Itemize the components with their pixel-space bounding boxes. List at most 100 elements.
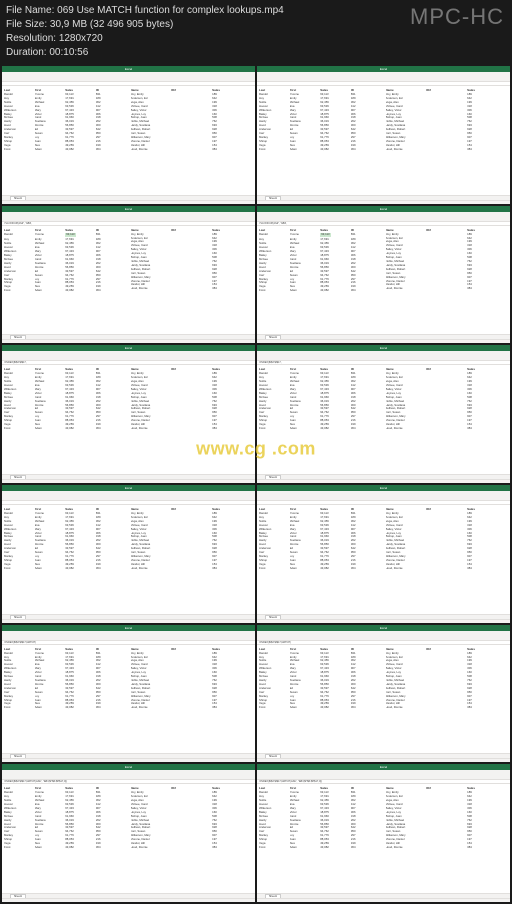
data-table-left: LastFirstSalesIDRandolYvonne63,113831Hoy… (2, 226, 129, 338)
cell: 364 (351, 846, 382, 850)
cell (426, 148, 467, 152)
worksheet-area: LastFirstSalesIDRandolYvonne63,113831Hoy… (2, 645, 255, 757)
cell: 43,082 (65, 289, 96, 293)
thumbnail-5[interactable]: Excel=INDEX($I$3:$I$17,LastFirstSalesIDR… (257, 345, 510, 483)
thumbnail-0[interactable]: ExcelLastFirstSalesIDRandolYvonne63,1138… (2, 66, 255, 204)
worksheet-area: LastFirstSalesIDRandolYvonne63,113831Hoy… (257, 86, 510, 198)
cell: Hood, Ronnie (131, 148, 172, 152)
data-table-right: NameID#SalesRoy, Emily189Anderson, Ed642… (129, 365, 256, 477)
cell: Hood, Ronnie (386, 706, 427, 710)
col-header: ID (351, 228, 382, 232)
cell: 43,082 (320, 148, 351, 152)
col-header: Sales (212, 367, 253, 371)
thumbnail-8[interactable]: Excel=INDEX($I$3:$I$17,MATCH(LastFirstSa… (2, 625, 255, 763)
col-header: Sales (467, 507, 508, 511)
table-row: Hood, Ronnie 384 (131, 567, 254, 571)
thumbnail-7[interactable]: ExcelLastFirstSalesIDRandolYvonne63,1138… (257, 485, 510, 623)
worksheet-area: LastFirstSalesIDRandolYvonne63,113831Hoy… (257, 505, 510, 617)
table-row: Hood, Ronnie384 (386, 567, 509, 571)
cell: 384 (212, 706, 253, 710)
cell: 364 (351, 427, 382, 431)
cell: Adam (35, 427, 66, 431)
col-header: Sales (65, 88, 96, 92)
cell: Hood, Ronnie (131, 846, 172, 850)
cell: 384 (467, 846, 508, 850)
col-header: ID# (171, 88, 212, 92)
data-table-left: LastFirstSalesIDRandolYvonne63,113831Hoy… (2, 86, 129, 198)
col-header: ID# (426, 228, 467, 232)
data-table-left: LastFirstSalesIDRandolYvonne63,113831Hoy… (257, 86, 384, 198)
thumbnail-grid: ExcelLastFirstSalesIDRandolYvonne63,1138… (0, 64, 512, 904)
worksheet-area: LastFirstSalesIDRandolYvonne63,113831Hoy… (257, 365, 510, 477)
cell: Hood, Ronnie (386, 287, 427, 291)
data-table-right: NameID#SalesRoy, Emily189Anderson, Ed642… (384, 365, 511, 477)
col-header: ID# (426, 367, 467, 371)
thumbnail-1[interactable]: ExcelLastFirstSalesIDRandolYvonne63,1138… (257, 66, 510, 204)
cell: 43,082 (65, 846, 96, 850)
data-table-left: LastFirstSalesIDRandolYvonne63,113831Hoy… (257, 226, 384, 338)
thumbnail-11[interactable]: Excel=INDEX($I$3:$I$17,MATCH(A3&", "&B3,… (257, 764, 510, 902)
col-header: ID# (171, 228, 212, 232)
col-header: Sales (212, 507, 253, 511)
col-header: ID# (426, 88, 467, 92)
duration-value: 00:10:56 (49, 46, 88, 60)
col-header: Sales (212, 647, 253, 651)
cell: Hood, Ronnie (131, 287, 172, 291)
excel-ribbon (2, 631, 255, 641)
status-bar (2, 898, 255, 902)
col-header: Sales (467, 647, 508, 651)
col-header: Last (259, 228, 290, 232)
status-bar (2, 479, 255, 483)
data-table-left: LastFirstSalesIDRandolYvonne63,113831Hoy… (2, 505, 129, 617)
cell: Adam (290, 148, 321, 152)
col-header: ID (96, 507, 127, 511)
col-header: Sales (212, 88, 253, 92)
cell: Hood, Ronnie (131, 567, 172, 571)
cell: 43,082 (65, 148, 96, 152)
cell: 384 (467, 148, 508, 152)
col-header: Last (4, 507, 35, 511)
col-header: First (35, 786, 66, 790)
table-row: FrostAdam43,082364 (259, 706, 382, 710)
cell (171, 567, 212, 571)
col-header: First (35, 228, 66, 232)
col-header: ID (351, 88, 382, 92)
excel-ribbon (257, 351, 510, 361)
col-header: ID (96, 88, 127, 92)
cell: 384 (212, 567, 253, 571)
cell: Hood, Ronnie (131, 706, 172, 710)
thumbnail-2[interactable]: Excel=VLOOKUP(A3&", "&B3,LastFirstSalesI… (2, 206, 255, 344)
cell: Hood, Ronnie (386, 427, 427, 431)
table-row: FrostAdam43,082364 (4, 148, 127, 152)
col-header: First (35, 88, 66, 92)
status-bar (257, 758, 510, 762)
col-header: Last (4, 88, 35, 92)
table-row: Hood, Ronnie384 (131, 148, 254, 152)
col-header: Sales (320, 786, 351, 790)
status-bar (2, 200, 255, 204)
worksheet-area: LastFirstSalesIDRandolYvonne63,113831Hoy… (257, 226, 510, 338)
worksheet-area: LastFirstSalesIDRandolYvonne63,113831Hoy… (2, 365, 255, 477)
worksheet-area: LastFirstSalesIDRandolYvonne63,113831Hoy… (257, 645, 510, 757)
cell: 43,082 (65, 427, 96, 431)
thumbnail-10[interactable]: Excel=INDEX($I$3:$I$17,MATCH(A3&", "&B3,… (2, 764, 255, 902)
thumbnail-4[interactable]: Excel=INDEX($I$3:$I$17,LastFirstSalesIDR… (2, 345, 255, 483)
worksheet-area: LastFirstSalesIDRandolYvonne63,113831Hoy… (2, 784, 255, 896)
table-row: FrostAdam43,082364 (4, 567, 127, 571)
thumbnail-3[interactable]: Excel=VLOOKUP(A3&", "&B3,LastFirstSalesI… (257, 206, 510, 344)
col-header: ID# (171, 367, 212, 371)
col-header: Name (131, 88, 172, 92)
cell: 364 (96, 706, 127, 710)
status-bar (257, 479, 510, 483)
thumbnail-6[interactable]: ExcelLastFirstSalesIDRandolYvonne63,1138… (2, 485, 255, 623)
cell: 43,082 (320, 706, 351, 710)
col-header: Last (4, 786, 35, 790)
cell: 384 (467, 567, 508, 571)
cell (426, 427, 467, 431)
col-header: Last (259, 647, 290, 651)
cell: Frost (259, 148, 290, 152)
col-header: Sales (212, 786, 253, 790)
cell: 43,082 (320, 567, 351, 571)
thumbnail-9[interactable]: Excel=INDEX($I$3:$I$17,MATCH(LastFirstSa… (257, 625, 510, 763)
cell (171, 846, 212, 850)
